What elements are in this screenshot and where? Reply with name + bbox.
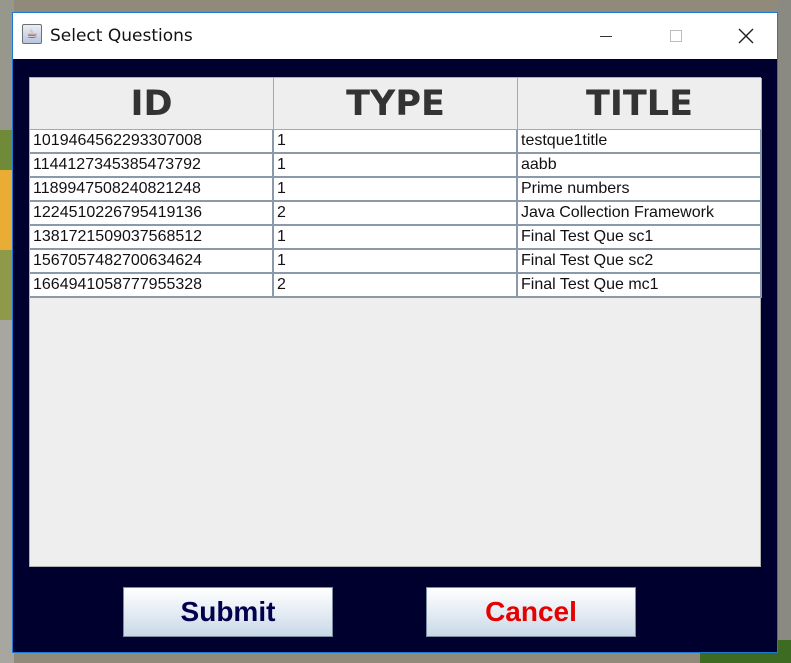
minimize-button[interactable] xyxy=(583,13,629,59)
minimize-icon xyxy=(600,35,612,37)
table-row[interactable]: 1224510226795419136 2 Java Collection Fr… xyxy=(30,202,762,226)
cell-title[interactable]: Java Collection Framework xyxy=(518,202,762,226)
java-cup-icon: ☕ xyxy=(22,24,42,44)
table-row[interactable]: 1381721509037568512 1 Final Test Que sc1 xyxy=(30,226,762,250)
cell-title[interactable]: Final Test Que mc1 xyxy=(518,274,762,298)
column-header-type[interactable]: TYPE xyxy=(274,78,518,130)
cell-id[interactable]: 1019464562293307008 xyxy=(30,130,274,154)
table-row[interactable]: 1664941058777955328 2 Final Test Que mc1 xyxy=(30,274,762,298)
table-row[interactable]: 1567057482700634624 1 Final Test Que sc2 xyxy=(30,250,762,274)
cell-title[interactable]: testque1title xyxy=(518,130,762,154)
window-title: Select Questions xyxy=(50,26,193,46)
cell-type[interactable]: 1 xyxy=(274,178,518,202)
title-bar[interactable]: ☕ Select Questions xyxy=(13,13,777,59)
table-body: 1019464562293307008 1 testque1title 1144… xyxy=(30,130,762,298)
cell-type[interactable]: 2 xyxy=(274,202,518,226)
select-questions-window: ☕ Select Questions ID TYPE TITLE 1019464… xyxy=(12,12,778,653)
cell-title[interactable]: aabb xyxy=(518,154,762,178)
maximize-icon xyxy=(670,30,682,42)
table-row[interactable]: 1189947508240821248 1 Prime numbers xyxy=(30,178,762,202)
close-button[interactable] xyxy=(723,13,769,59)
cell-title[interactable]: Prime numbers xyxy=(518,178,762,202)
cell-type[interactable]: 1 xyxy=(274,130,518,154)
table-header: ID TYPE TITLE xyxy=(30,78,762,130)
cell-id[interactable]: 1664941058777955328 xyxy=(30,274,274,298)
cell-type[interactable]: 1 xyxy=(274,154,518,178)
close-icon xyxy=(738,28,754,44)
cell-title[interactable]: Final Test Que sc1 xyxy=(518,226,762,250)
cell-id[interactable]: 1189947508240821248 xyxy=(30,178,274,202)
cell-type[interactable]: 1 xyxy=(274,250,518,274)
cancel-button[interactable]: Cancel xyxy=(426,587,636,637)
maximize-button[interactable] xyxy=(653,13,699,59)
cell-id[interactable]: 1224510226795419136 xyxy=(30,202,274,226)
submit-button[interactable]: Submit xyxy=(123,587,333,637)
cell-id[interactable]: 1567057482700634624 xyxy=(30,250,274,274)
cell-id[interactable]: 1381721509037568512 xyxy=(30,226,274,250)
questions-table[interactable]: ID TYPE TITLE 1019464562293307008 1 test… xyxy=(29,77,762,567)
column-header-id[interactable]: ID xyxy=(30,78,274,130)
cell-id[interactable]: 1144127345385473792 xyxy=(30,154,274,178)
desktop-background xyxy=(778,0,791,663)
cell-title[interactable]: Final Test Que sc2 xyxy=(518,250,762,274)
table-row[interactable]: 1144127345385473792 1 aabb xyxy=(30,154,762,178)
column-header-title[interactable]: TITLE xyxy=(518,78,762,130)
table-row[interactable]: 1019464562293307008 1 testque1title xyxy=(30,130,762,154)
cell-type[interactable]: 1 xyxy=(274,226,518,250)
cell-type[interactable]: 2 xyxy=(274,274,518,298)
